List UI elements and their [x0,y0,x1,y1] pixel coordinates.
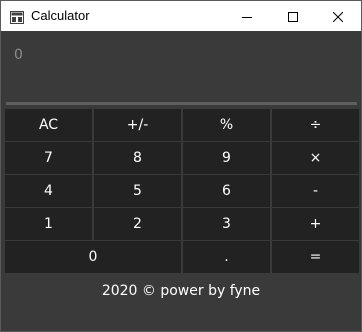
add-button[interactable]: + [272,208,359,240]
digit-8-button[interactable]: 8 [94,142,181,174]
maximize-icon [288,7,298,26]
digit-1-button[interactable]: 1 [5,208,92,240]
digit-2-button[interactable]: 2 [94,208,181,240]
close-button[interactable] [315,1,361,31]
minimize-button[interactable] [224,1,270,31]
ac-button[interactable]: AC [5,109,92,141]
close-icon [332,7,344,26]
title-bar[interactable]: Calculator [1,1,361,31]
maximize-button[interactable] [270,1,316,31]
multiply-button[interactable]: × [272,142,359,174]
calculator-window: Calculator 0 AC +/- % ÷ 7 8 9 × 4 5 6 - … [0,0,362,332]
digit-7-button[interactable]: 7 [5,142,92,174]
equals-button[interactable]: = [272,241,359,273]
percent-button[interactable]: % [183,109,270,141]
minimize-icon [242,7,252,26]
display-divider [6,102,357,105]
divide-button[interactable]: ÷ [272,109,359,141]
digit-9-button[interactable]: 9 [183,142,270,174]
decimal-button[interactable]: . [183,241,270,273]
keypad: AC +/- % ÷ 7 8 9 × 4 5 6 - 1 2 3 + 0 . = [5,109,359,273]
footer-credit: 2020 © power by fyne [101,283,261,299]
digit-4-button[interactable]: 4 [5,175,92,207]
negate-button[interactable]: +/- [94,109,181,141]
calculator-app-icon [10,9,24,24]
subtract-button[interactable]: - [272,175,359,207]
window-title: Calculator [31,8,90,23]
digit-3-button[interactable]: 3 [183,208,270,240]
digit-5-button[interactable]: 5 [94,175,181,207]
digit-6-button[interactable]: 6 [183,175,270,207]
result-display: 0 [14,47,23,63]
digit-0-button[interactable]: 0 [5,241,181,273]
